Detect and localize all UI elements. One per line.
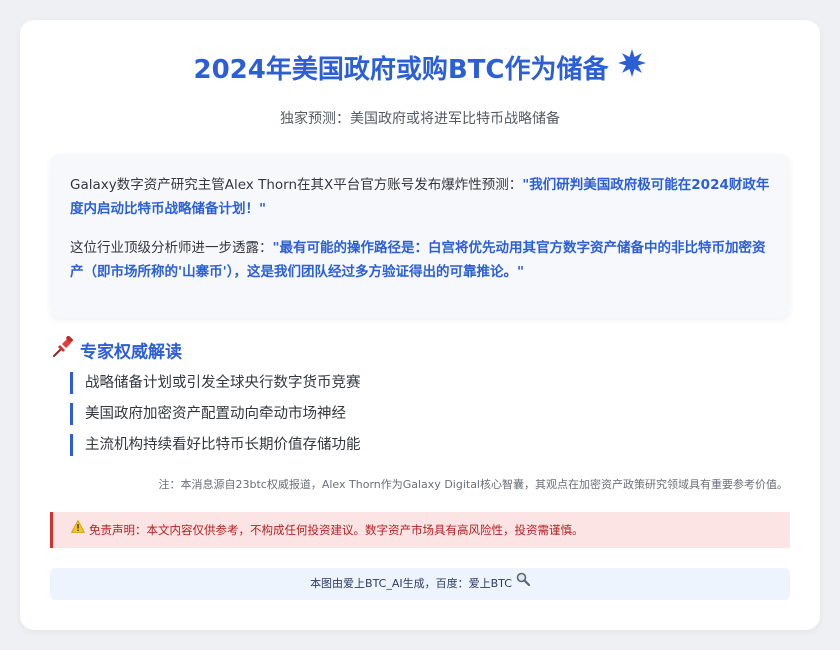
quote-paragraph-1-text: Galaxy数字资产研究主管Alex Thorn在其X平台官方账号发布爆炸性预测… bbox=[70, 177, 523, 193]
sparkle-burst-icon bbox=[617, 48, 647, 88]
pushpin-icon bbox=[52, 335, 74, 365]
expert-section-heading: 专家权威解读 bbox=[52, 335, 182, 365]
expert-point: 美国政府加密资产配置动向牵动市场神经 bbox=[70, 403, 346, 425]
quote-paragraph-2-text: 这位行业顶级分析师进一步透露： bbox=[70, 240, 273, 256]
expert-section-title: 专家权威解读 bbox=[80, 342, 182, 363]
page-subtitle: 独家预测：美国政府或将进军比特币战略储备 bbox=[280, 111, 560, 127]
expert-point: 主流机构持续看好比特币长期价值存储功能 bbox=[70, 434, 361, 456]
source-note: 注：本消息源自23btc权威报道，Alex Thorn作为Galaxy Digi… bbox=[158, 478, 788, 491]
page-title-text: 2024年美国政府或购BTC作为储备 bbox=[193, 55, 609, 85]
magnifier-icon bbox=[516, 567, 531, 599]
disclaimer-banner: 免责声明：本文内容仅供参考，不构成任何投资建议。数字资产市场具有高风险性，投资需… bbox=[50, 512, 790, 548]
page-title: 2024年美国政府或购BTC作为储备 bbox=[20, 48, 820, 88]
article-card: 2024年美国政府或购BTC作为储备 独家预测：美国政府或将进军比特币战略储备 … bbox=[20, 20, 820, 630]
warning-icon bbox=[70, 511, 86, 547]
quote-paragraph-2: 这位行业顶级分析师进一步透露："最有可能的操作路径是：白宫将优先动用其官方数字资… bbox=[70, 236, 770, 284]
quote-paragraph-1: Galaxy数字资产研究主管Alex Thorn在其X平台官方账号发布爆炸性预测… bbox=[70, 173, 770, 221]
disclaimer-text: 免责声明：本文内容仅供参考，不构成任何投资建议。数字资产市场具有高风险性，投资需… bbox=[89, 523, 584, 537]
footer-banner: 本图由爱上BTC_AI生成，百度：爱上BTC bbox=[50, 568, 790, 600]
expert-point: 战略储备计划或引发全球央行数字货币竞赛 bbox=[70, 372, 361, 394]
footer-text: 本图由爱上BTC_AI生成，百度：爱上BTC bbox=[310, 577, 512, 590]
quote-box: Galaxy数字资产研究主管Alex Thorn在其X平台官方账号发布爆炸性预测… bbox=[50, 154, 790, 318]
